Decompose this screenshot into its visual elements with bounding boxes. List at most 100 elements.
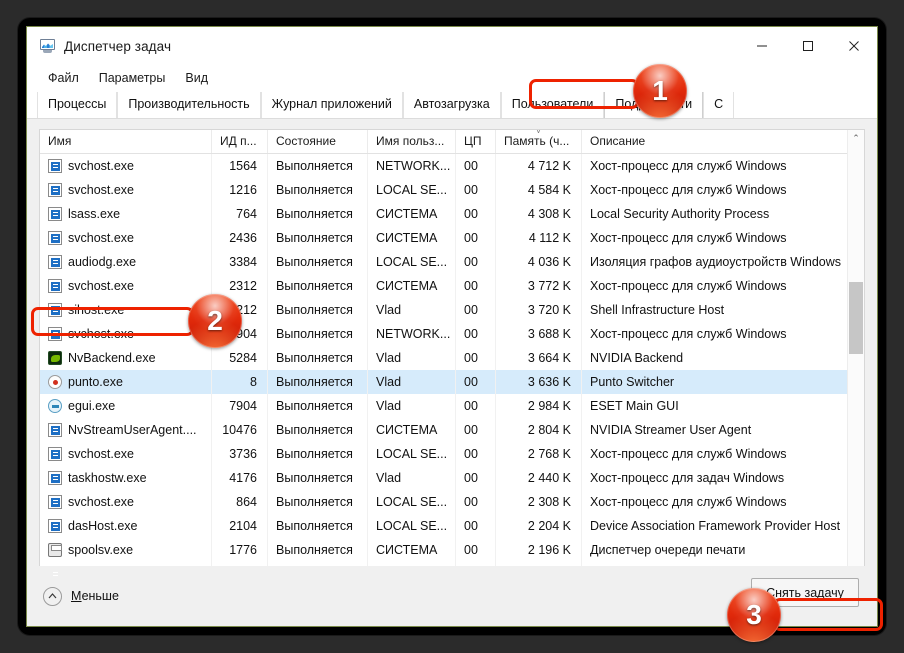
cell-username: Vlad bbox=[368, 394, 456, 418]
table-row[interactable]: lsass.exe764ВыполняетсяСИСТЕМА004 308 KL… bbox=[40, 202, 864, 226]
menu-item-view[interactable]: Вид bbox=[176, 68, 217, 88]
cell-name: svchost.exe bbox=[40, 178, 212, 202]
table-row[interactable]: svchost.exe2312ВыполняетсяСИСТЕМА003 772… bbox=[40, 274, 864, 298]
screenshot-root: Диспетчер задач Файл Параметры Вид Проце… bbox=[0, 0, 904, 653]
table-row[interactable]: NvBackend.exe5284ВыполняетсяVlad003 664 … bbox=[40, 346, 864, 370]
tab-performance[interactable]: Производительность bbox=[117, 92, 260, 118]
cell-username: LOCAL SE... bbox=[368, 250, 456, 274]
fewer-details-label: Меньше bbox=[71, 589, 119, 603]
generic-icon bbox=[48, 159, 62, 173]
vertical-scrollbar[interactable]: ⌃ ⌄ bbox=[847, 130, 864, 583]
process-name: sihost.exe bbox=[68, 298, 124, 322]
table-row[interactable]: taskhostw.exe4176ВыполняетсяVlad002 440 … bbox=[40, 466, 864, 490]
cell-memory: 4 112 K bbox=[496, 226, 582, 250]
process-name: svchost.exe bbox=[68, 154, 134, 178]
cell-username: LOCAL SE... bbox=[368, 490, 456, 514]
cell-status: Выполняется bbox=[268, 250, 368, 274]
cell-pid: 1776 bbox=[212, 538, 268, 562]
fewer-details-accel: М bbox=[71, 589, 82, 603]
table-row[interactable]: svchost.exe3736ВыполняетсяLOCAL SE...002… bbox=[40, 442, 864, 466]
cell-username: Vlad bbox=[368, 370, 456, 394]
generic-icon bbox=[48, 327, 62, 341]
cell-description: NVIDIA Streamer User Agent bbox=[582, 418, 864, 442]
cell-memory: 3 636 K bbox=[496, 370, 582, 394]
cell-pid: 5284 bbox=[212, 346, 268, 370]
table-row[interactable]: dasHost.exe2104ВыполняетсяLOCAL SE...002… bbox=[40, 514, 864, 538]
printer-icon bbox=[48, 543, 62, 557]
column-header-username[interactable]: Имя польз... bbox=[368, 130, 456, 153]
table-row[interactable]: audiodg.exe3384ВыполняетсяLOCAL SE...004… bbox=[40, 250, 864, 274]
table-row[interactable]: svchost.exe2436ВыполняетсяСИСТЕМА004 112… bbox=[40, 226, 864, 250]
cell-cpu: 00 bbox=[456, 514, 496, 538]
tab-users[interactable]: Пользователи bbox=[501, 92, 605, 118]
cell-cpu: 00 bbox=[456, 322, 496, 346]
cell-name: lsass.exe bbox=[40, 202, 212, 226]
cell-status: Выполняется bbox=[268, 490, 368, 514]
table-row[interactable]: svchost.exe904ВыполняетсяNETWORK...003 6… bbox=[40, 322, 864, 346]
process-name: svchost.exe bbox=[68, 226, 134, 250]
cell-pid: 2436 bbox=[212, 226, 268, 250]
tab-processes[interactable]: Процессы bbox=[37, 92, 117, 118]
table-row[interactable]: NvStreamUserAgent....10476ВыполняетсяСИС… bbox=[40, 418, 864, 442]
cell-name: svchost.exe bbox=[40, 490, 212, 514]
cell-username: Vlad bbox=[368, 298, 456, 322]
tab-app-history[interactable]: Журнал приложений bbox=[261, 92, 403, 118]
cell-description: Хост-процесс для служб Windows bbox=[582, 274, 864, 298]
column-header-pid[interactable]: ИД п... bbox=[212, 130, 268, 153]
table-row[interactable]: punto.exe8ВыполняетсяVlad003 636 KPunto … bbox=[40, 370, 864, 394]
tab-services[interactable]: С bbox=[703, 92, 734, 118]
minimize-icon[interactable] bbox=[739, 27, 785, 65]
cell-pid: 3384 bbox=[212, 250, 268, 274]
table-row[interactable]: svchost.exe1216ВыполняетсяLOCAL SE...004… bbox=[40, 178, 864, 202]
fewer-details-rest: еньше bbox=[82, 589, 119, 603]
cell-memory: 3 688 K bbox=[496, 322, 582, 346]
cell-username: СИСТЕМА bbox=[368, 538, 456, 562]
cell-cpu: 00 bbox=[456, 466, 496, 490]
scroll-up-icon[interactable]: ⌃ bbox=[848, 130, 864, 147]
table-row[interactable]: sihost.exe4212ВыполняетсяVlad003 720 KSh… bbox=[40, 298, 864, 322]
cell-cpu: 00 bbox=[456, 346, 496, 370]
cell-description: Хост-процесс для служб Windows bbox=[582, 226, 864, 250]
menu-item-options[interactable]: Параметры bbox=[90, 68, 175, 88]
table-row[interactable]: svchost.exe864ВыполняетсяLOCAL SE...002 … bbox=[40, 490, 864, 514]
column-header-status[interactable]: Состояние bbox=[268, 130, 368, 153]
cell-description: Хост-процесс для служб Windows bbox=[582, 154, 864, 178]
cell-memory: 3 664 K bbox=[496, 346, 582, 370]
cell-status: Выполняется bbox=[268, 466, 368, 490]
annotation-badge-3: 3 bbox=[727, 588, 781, 642]
cell-status: Выполняется bbox=[268, 538, 368, 562]
cell-name: NvBackend.exe bbox=[40, 346, 212, 370]
cell-status: Выполняется bbox=[268, 226, 368, 250]
column-header-memory[interactable]: ˅ Память (ч... bbox=[496, 130, 582, 153]
cell-description: Хост-процесс для служб Windows bbox=[582, 490, 864, 514]
cell-cpu: 00 bbox=[456, 370, 496, 394]
cell-username: LOCAL SE... bbox=[368, 514, 456, 538]
cell-cpu: 00 bbox=[456, 418, 496, 442]
column-header-memory-label: Память (ч... bbox=[504, 134, 569, 148]
column-header-cpu[interactable]: ЦП bbox=[456, 130, 496, 153]
menu-item-file[interactable]: Файл bbox=[39, 68, 88, 88]
tab-startup[interactable]: Автозагрузка bbox=[403, 92, 501, 118]
close-icon[interactable] bbox=[831, 27, 877, 65]
cell-cpu: 00 bbox=[456, 250, 496, 274]
table-row[interactable]: spoolsv.exe1776ВыполняетсяСИСТЕМА002 196… bbox=[40, 538, 864, 562]
annotation-badge-1: 1 bbox=[633, 64, 687, 118]
fewer-details-button[interactable]: Меньше bbox=[43, 587, 119, 606]
column-header-description[interactable]: Описание bbox=[582, 130, 864, 153]
cell-status: Выполняется bbox=[268, 370, 368, 394]
end-task-label-suffix: дачу bbox=[817, 586, 844, 600]
cell-username: СИСТЕМА bbox=[368, 418, 456, 442]
generic-icon bbox=[48, 447, 62, 461]
cell-memory: 2 196 K bbox=[496, 538, 582, 562]
menu-bar: Файл Параметры Вид bbox=[27, 65, 877, 91]
table-row[interactable]: egui.exe7904ВыполняетсяVlad002 984 KESET… bbox=[40, 394, 864, 418]
maximize-icon[interactable] bbox=[785, 27, 831, 65]
scrollbar-thumb[interactable] bbox=[849, 282, 863, 354]
table-row[interactable]: svchost.exe1564ВыполняетсяNETWORK...004 … bbox=[40, 154, 864, 178]
cell-username: NETWORK... bbox=[368, 322, 456, 346]
cell-memory: 3 720 K bbox=[496, 298, 582, 322]
column-header-name[interactable]: Имя bbox=[40, 130, 212, 153]
cell-description: Device Association Framework Provider Ho… bbox=[582, 514, 864, 538]
cell-pid: 1216 bbox=[212, 178, 268, 202]
cell-description: Punto Switcher bbox=[582, 370, 864, 394]
